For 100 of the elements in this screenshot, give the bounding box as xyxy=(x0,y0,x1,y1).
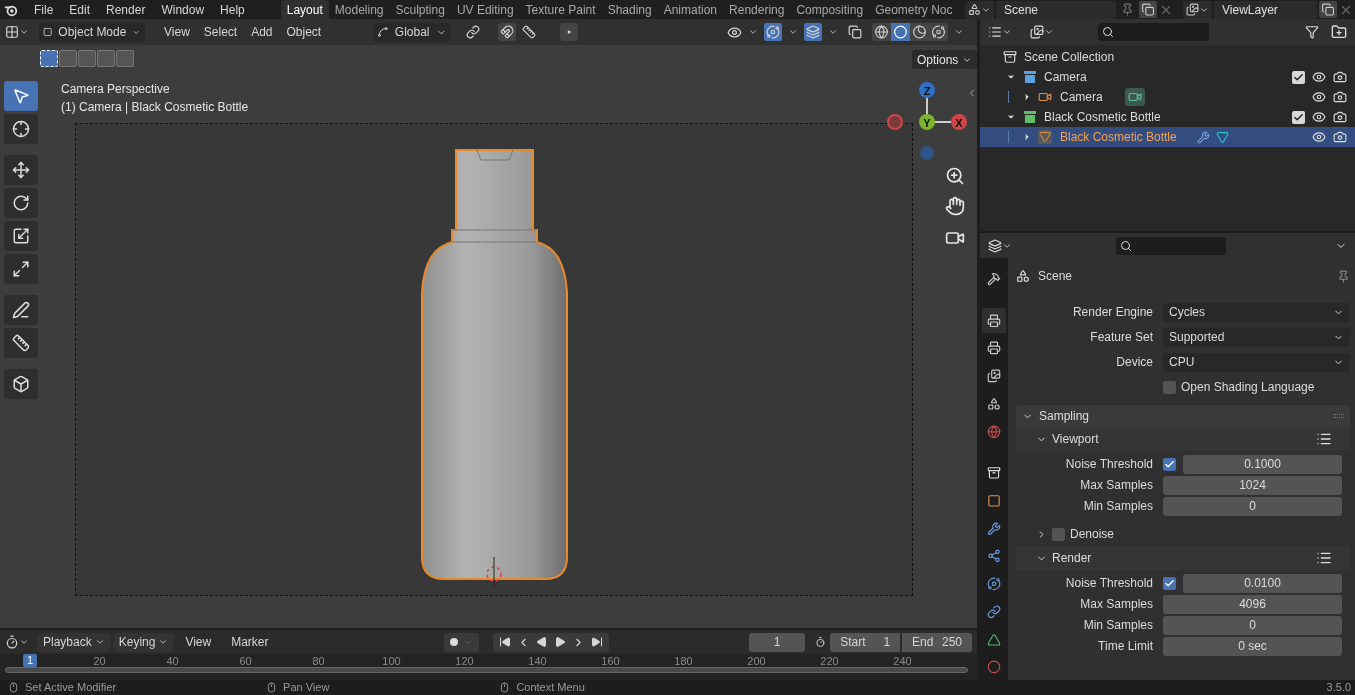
start-frame-field[interactable]: Start 1 xyxy=(830,632,901,652)
panel-header[interactable]: Sampling xyxy=(1016,405,1350,427)
axis-handle[interactable]: Y xyxy=(919,114,935,130)
select-box-icon[interactable] xyxy=(4,81,38,111)
display-mode-selector[interactable] xyxy=(1030,25,1054,39)
outliner-row[interactable]: Black Cosmetic Bottle xyxy=(980,127,1355,147)
menu-item[interactable]: Edit xyxy=(61,0,99,19)
dropdown-field[interactable]: Supported xyxy=(1163,327,1350,347)
rotate-icon[interactable] xyxy=(4,188,38,218)
menu-item[interactable]: Window xyxy=(153,0,213,19)
play-icon[interactable] xyxy=(553,636,566,648)
number-field[interactable]: 0 xyxy=(1163,496,1342,516)
menu-item[interactable]: Marker xyxy=(222,632,278,652)
gizmo-toggle-icon[interactable] xyxy=(764,23,782,41)
number-field[interactable]: 0.0100 xyxy=(1183,573,1342,593)
shading-mode-icon[interactable] xyxy=(891,23,910,41)
shading-mode-icon[interactable] xyxy=(929,23,948,41)
editor-type-selector[interactable] xyxy=(988,238,1012,253)
collection-name[interactable]: Camera xyxy=(1044,68,1087,86)
pin-icon[interactable] xyxy=(1337,269,1350,283)
scale-icon[interactable] xyxy=(4,221,38,251)
jump-start-icon[interactable] xyxy=(498,636,511,648)
shading-mode-icon[interactable] xyxy=(910,23,929,41)
workspace-tab[interactable]: Compositing xyxy=(790,0,870,19)
checkbox-label[interactable]: Open Shading Language xyxy=(1181,378,1315,396)
workspace-tab[interactable]: Sculpting xyxy=(389,0,451,19)
checkbox[interactable] xyxy=(1292,70,1305,84)
jump-end-icon[interactable] xyxy=(590,636,603,648)
axis-handle[interactable]: Z xyxy=(919,82,935,98)
presets-icon[interactable] xyxy=(1316,550,1332,566)
pan-icon[interactable] xyxy=(945,196,965,216)
record-button[interactable] xyxy=(443,632,479,652)
number-field[interactable]: 0.1000 xyxy=(1183,454,1342,474)
collection-name[interactable]: Scene Collection xyxy=(1024,48,1115,66)
workspace-tab[interactable]: Geometry Noc xyxy=(869,0,959,19)
object-name[interactable]: Camera xyxy=(1060,88,1103,106)
editor-type-selector[interactable] xyxy=(5,635,29,649)
current-frame-field[interactable]: 1 xyxy=(748,632,806,652)
pin-icon[interactable] xyxy=(1121,3,1134,16)
workspace-tab[interactable]: Texture Paint xyxy=(519,0,602,19)
checkbox[interactable] xyxy=(1163,576,1176,590)
outliner-row[interactable]: Camera xyxy=(980,87,1355,107)
mode-dropdown[interactable]: Object Mode xyxy=(39,22,145,42)
workspace-tab[interactable]: UV Editing xyxy=(450,0,520,19)
menu-item[interactable]: Select xyxy=(196,23,245,41)
checkbox[interactable] xyxy=(1163,457,1176,471)
stopwatch-icon[interactable] xyxy=(815,635,827,649)
menu-item[interactable]: File xyxy=(26,0,62,19)
annotate-icon[interactable] xyxy=(4,295,38,325)
overlay-toggle-icon[interactable] xyxy=(804,23,822,41)
zoom-icon[interactable] xyxy=(945,166,965,186)
render-visibility-icon[interactable] xyxy=(1333,130,1347,144)
visibility-icon[interactable] xyxy=(1312,130,1326,144)
presets-icon[interactable] xyxy=(1316,431,1332,447)
menu-item[interactable]: View xyxy=(176,632,221,652)
expand-icon[interactable] xyxy=(1006,72,1016,82)
visibility-icon[interactable] xyxy=(1312,90,1326,104)
playhead[interactable]: 1 xyxy=(23,654,38,667)
search-field[interactable] xyxy=(1098,23,1209,41)
snap-icon[interactable] xyxy=(498,23,517,41)
drag-handle-icon[interactable] xyxy=(1334,414,1344,418)
view-layer-selector[interactable] xyxy=(1183,0,1212,19)
dropdown-field[interactable]: CPU xyxy=(1163,352,1350,372)
search-field[interactable] xyxy=(1116,236,1226,255)
workspace-tab[interactable]: Animation xyxy=(657,0,724,19)
options-dropdown[interactable]: Options xyxy=(912,50,978,69)
workspace-tab[interactable]: Shading xyxy=(601,0,658,19)
move-icon[interactable] xyxy=(4,155,38,185)
workspace-tab[interactable]: Rendering xyxy=(723,0,791,19)
menu-item[interactable]: Render xyxy=(98,0,154,19)
menu-dropdown[interactable]: Keying xyxy=(112,632,175,652)
scene-name-field[interactable]: Scene xyxy=(996,0,1116,19)
number-field[interactable]: 0 sec xyxy=(1163,636,1342,656)
copy-icon[interactable] xyxy=(1319,1,1337,18)
subpanel-title[interactable]: Render xyxy=(1052,549,1092,567)
render-visibility-icon[interactable] xyxy=(1333,90,1347,104)
render-visibility-icon[interactable] xyxy=(1333,110,1347,124)
scene-selector[interactable] xyxy=(965,0,994,19)
view-layer-name-field[interactable]: ViewLayer xyxy=(1214,0,1317,19)
number-field[interactable]: 0 xyxy=(1163,615,1342,635)
workspace-tab[interactable]: Modeling xyxy=(328,0,390,19)
render-visibility-icon[interactable] xyxy=(1333,70,1347,84)
measure-icon[interactable] xyxy=(4,328,38,358)
shading-mode-icon[interactable] xyxy=(872,23,891,41)
visibility-icon[interactable] xyxy=(727,24,742,40)
transform-icon[interactable] xyxy=(4,254,38,284)
end-frame-field[interactable]: End 250 xyxy=(902,632,972,652)
menu-item[interactable]: View xyxy=(157,23,197,41)
dropdown-field[interactable]: Cycles xyxy=(1163,302,1350,322)
proportional-edit-icon[interactable] xyxy=(560,23,579,41)
checkbox[interactable] xyxy=(1292,110,1305,124)
add-cube-icon[interactable] xyxy=(4,369,38,399)
axis-handle[interactable] xyxy=(920,146,934,160)
filter-icon[interactable] xyxy=(1305,25,1319,39)
checkbox[interactable] xyxy=(1052,527,1065,541)
editor-type-selector[interactable] xyxy=(988,25,1012,39)
orientation-dropdown[interactable]: Global xyxy=(373,22,451,42)
visibility-icon[interactable] xyxy=(1312,70,1326,84)
expand-icon[interactable] xyxy=(1022,132,1032,142)
expand-icon[interactable] xyxy=(1022,92,1032,102)
